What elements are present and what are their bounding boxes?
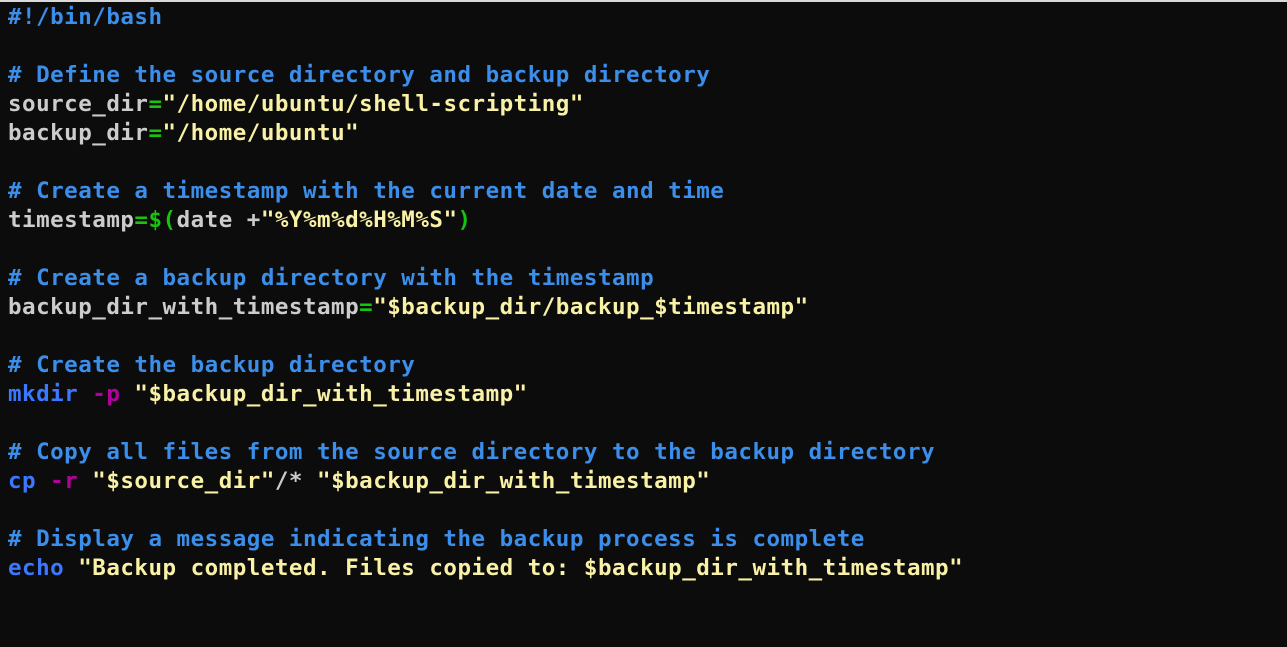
code-line[interactable]: mkdir -p "$backup_dir_with_timestamp" [8, 380, 1278, 409]
code-token-command: cp [8, 468, 37, 494]
code-token-command: mkdir [8, 381, 79, 407]
code-line[interactable]: echo "Backup completed. Files copied to:… [8, 554, 1278, 583]
blank-line[interactable] [8, 409, 1278, 438]
code-editor[interactable]: #!/bin/bash # Define the source director… [8, 3, 1278, 643]
code-token-plain: backup_dir [8, 120, 149, 146]
code-line[interactable]: # Define the source directory and backup… [8, 61, 1278, 90]
code-token-option: -r [50, 468, 79, 494]
code-line[interactable]: source_dir="/home/ubuntu/shell-scripting… [8, 90, 1278, 119]
window-top-border [0, 0, 1287, 2]
blank-line[interactable] [8, 235, 1278, 264]
code-token-string: "$backup_dir/backup_$timestamp" [373, 294, 809, 320]
code-token-comment: # Copy all files from the source directo… [8, 439, 936, 465]
code-token-string: "/home/ubuntu/shell-scripting" [162, 91, 584, 117]
code-token-plain: source_dir [8, 91, 149, 117]
code-token-comment: # Display a message indicating the backu… [8, 526, 865, 552]
code-token-comment: # Define the source directory and backup… [8, 62, 711, 88]
code-token-string: "%Y%m%d%H%M%S" [260, 207, 458, 233]
code-token-plain: backup_dir_with_timestamp [8, 294, 360, 320]
code-token-comment: # Create the backup directory [8, 352, 416, 378]
code-token-plain: timestamp [8, 207, 135, 233]
code-line[interactable]: backup_dir_with_timestamp="$backup_dir/b… [8, 293, 1278, 322]
code-token-comment: # Create a backup directory with the tim… [8, 265, 655, 291]
blank-line[interactable] [8, 322, 1278, 351]
code-token-operator: =$( [134, 207, 177, 233]
code-token-comment: # Create a timestamp with the current da… [8, 178, 725, 204]
code-token-string: "$backup_dir_with_timestamp" [317, 468, 711, 494]
code-token-plain: /* [274, 468, 318, 494]
code-line[interactable]: # Create a timestamp with the current da… [8, 177, 1278, 206]
code-token-option: -p [92, 381, 121, 407]
code-token-string: "/home/ubuntu" [162, 120, 360, 146]
blank-line[interactable] [8, 496, 1278, 525]
code-token-operator: ) [457, 207, 472, 233]
code-line[interactable]: # Display a message indicating the backu… [8, 525, 1278, 554]
code-token-operator: = [148, 91, 163, 117]
code-line[interactable]: backup_dir="/home/ubuntu" [8, 119, 1278, 148]
code-line[interactable]: # Copy all files from the source directo… [8, 438, 1278, 467]
code-token-operator: = [148, 120, 163, 146]
code-token-string: "$source_dir" [92, 468, 275, 494]
blank-line[interactable] [8, 148, 1278, 177]
code-token-string: "Backup completed. Files copied to: $bac… [78, 555, 964, 581]
code-token-string: "$backup_dir_with_timestamp" [134, 381, 528, 407]
code-token-command: echo [8, 555, 65, 581]
code-line[interactable]: # Create a backup directory with the tim… [8, 264, 1278, 293]
code-token-plain: date + [176, 207, 261, 233]
code-token-operator: = [359, 294, 374, 320]
code-token-comment: #!/bin/bash [8, 4, 163, 30]
code-line[interactable]: timestamp=$(date +"%Y%m%d%H%M%S") [8, 206, 1278, 235]
code-line[interactable]: cp -r "$source_dir"/* "$backup_dir_with_… [8, 467, 1278, 496]
code-line[interactable]: #!/bin/bash [8, 3, 1278, 32]
blank-line[interactable] [8, 32, 1278, 61]
code-line[interactable]: # Create the backup directory [8, 351, 1278, 380]
